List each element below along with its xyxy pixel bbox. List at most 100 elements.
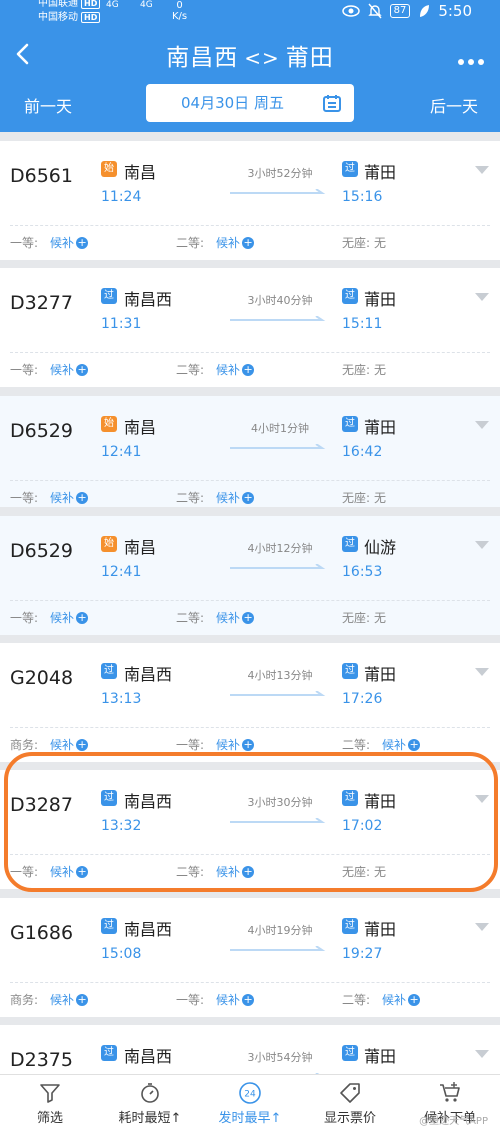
arrival-time: 17:26 (342, 691, 383, 707)
seat-class[interactable]: 二等: 候补 + (176, 234, 255, 251)
seat-class[interactable]: 二等: 候补 + (176, 863, 255, 880)
departure-station: 南昌西 (124, 792, 173, 811)
seat-availability-text: 候补 (382, 993, 407, 1007)
seat-class-label: 无座: (342, 363, 371, 377)
seat-class[interactable]: 商务: 候补 + (10, 991, 89, 1008)
shortest-duration-tab[interactable]: 耗时最短↑ (100, 1075, 200, 1133)
more-options-icon[interactable] (458, 50, 488, 65)
departure-time: 11:31 (101, 316, 142, 332)
seat-availability[interactable]: 候补 + (382, 991, 421, 1008)
seat-availability[interactable]: 候补 + (216, 609, 255, 626)
arrival-time: 19:27 (342, 946, 383, 962)
seat-class: 无座: 无 (342, 489, 386, 506)
chevron-down-icon[interactable] (474, 922, 490, 932)
seat-class[interactable]: 一等: 候补 + (10, 609, 89, 626)
chevron-down-icon[interactable] (474, 420, 490, 430)
chevron-down-icon[interactable] (474, 794, 490, 804)
seat-availability[interactable]: 候补 + (216, 489, 255, 506)
train-card[interactable]: D3277 过南昌西 11:31 3小时40分钟过莆田 15:11 一等: 候补 + 二等: 候补… (0, 268, 500, 387)
train-card[interactable]: D6561 始南昌 11:24 3小时52分钟过莆田 15:16 一等: 候补 + 二等: 候补 +… (0, 141, 500, 260)
seat-availability[interactable]: 候补 + (50, 991, 89, 1008)
train-card[interactable]: G2048 过南昌西 13:13 4小时13分钟过莆田 17:26 商务: 候补 + 一等: 候补… (0, 643, 500, 762)
plus-circle-icon: + (76, 864, 89, 878)
departure-station: 南昌西 (124, 290, 173, 309)
seat-class[interactable]: 二等: 候补 + (176, 361, 255, 378)
plus-circle-icon: + (242, 737, 255, 751)
seat-availability[interactable]: 候补 + (50, 863, 89, 880)
seat-availability[interactable]: 候补 + (216, 234, 255, 251)
prev-day-button[interactable]: 前一天 (24, 93, 72, 117)
seat-class-label: 无座: (342, 865, 371, 879)
seat-class[interactable]: 一等: 候补 + (10, 489, 89, 506)
seat-availability-text: 候补 (216, 363, 241, 377)
plus-circle-icon: + (242, 490, 255, 504)
train-number: D6529 (10, 420, 73, 442)
show-price-label: 显示票价 (323, 1111, 376, 1126)
seat-class[interactable]: 一等: 候补 + (10, 361, 89, 378)
filter-tab[interactable]: 筛选 (0, 1075, 100, 1133)
duration-arrow-icon (230, 818, 326, 823)
seat-availability[interactable]: 候补 + (50, 361, 89, 378)
seat-class[interactable]: 一等: 候补 + (10, 863, 89, 880)
dashed-divider (10, 352, 490, 353)
train-card[interactable]: D6529 始南昌 12:41 4小时12分钟过仙游 16:53 一等: 候补 + 二等: 候补 +… (0, 516, 500, 635)
chevron-down-icon[interactable] (474, 165, 490, 175)
plus-circle-icon: + (76, 235, 89, 249)
arrival-type-badge: 过 (342, 663, 358, 679)
dashed-divider (10, 982, 490, 983)
departure-time: 13:32 (101, 818, 142, 834)
earliest-departure-tab[interactable]: 24 发时最早↑ (200, 1075, 300, 1133)
train-number: D3277 (10, 292, 73, 314)
departure-station: 南昌西 (124, 920, 173, 939)
chevron-down-icon[interactable] (474, 667, 490, 677)
plus-circle-icon: + (76, 992, 89, 1006)
plus-circle-icon: + (408, 992, 421, 1006)
departure-type-badge: 始 (101, 416, 117, 432)
seat-class[interactable]: 二等: 候补 + (176, 489, 255, 506)
seat-class[interactable]: 二等: 候补 + (176, 609, 255, 626)
arrival-type-badge: 过 (342, 416, 358, 432)
train-card[interactable]: D3287 过南昌西 13:32 3小时30分钟过莆田 17:02 一等: 候补 + 二等: 候补… (0, 770, 500, 889)
train-card[interactable]: G1686 过南昌西 15:08 4小时19分钟过莆田 19:27 商务: 候补 + 一等: 候补… (0, 898, 500, 1017)
status-bar: 中国联通 HD 中国移动 HD 4G 4G 0 K/s 87 5:50 (0, 0, 500, 28)
seat-availability[interactable]: 候补 + (216, 991, 255, 1008)
seat-availability[interactable]: 候补 + (216, 736, 255, 753)
seat-class[interactable]: 二等: 候补 + (342, 736, 421, 753)
eye-icon (341, 5, 360, 17)
seat-availability-text: 候补 (216, 611, 241, 625)
seat-availability[interactable]: 候补 + (50, 489, 89, 506)
duration-arrow-icon (230, 691, 326, 696)
chevron-down-icon[interactable] (474, 540, 490, 550)
seat-availability: 无 (374, 863, 386, 880)
train-card[interactable]: D6529 始南昌 12:41 4小时1分钟过莆田 16:42 一等: 候补 + 二等: 候补 + 无… (0, 396, 500, 507)
chevron-down-icon[interactable] (474, 292, 490, 302)
seat-class[interactable]: 一等: 候补 + (10, 234, 89, 251)
swap-arrows-icon[interactable]: <> (244, 46, 280, 70)
departure-time: 11:24 (101, 189, 142, 205)
show-price-tab[interactable]: 显示票价 (300, 1075, 400, 1133)
seat-class-label: 二等: (176, 236, 205, 250)
cart-icon (440, 1082, 460, 1102)
seat-class[interactable]: 二等: 候补 + (342, 991, 421, 1008)
date-picker[interactable]: 04月30日 周五 (146, 84, 354, 122)
seat-class[interactable]: 商务: 候补 + (10, 736, 89, 753)
shortest-duration-label: 耗时最短↑ (118, 1111, 182, 1126)
seat-availability[interactable]: 候补 + (50, 234, 89, 251)
dashed-divider (10, 854, 490, 855)
seat-class[interactable]: 一等: 候补 + (176, 736, 255, 753)
plus-circle-icon: + (242, 610, 255, 624)
next-day-button[interactable]: 后一天 (430, 93, 478, 117)
seat-availability[interactable]: 候补 + (216, 863, 255, 880)
seat-class: 无座: 无 (342, 361, 386, 378)
seat-class-label: 商务: (10, 738, 39, 752)
filter-label: 筛选 (36, 1111, 63, 1126)
departure-station: 南昌西 (124, 1047, 173, 1066)
chevron-down-icon[interactable] (474, 1049, 490, 1059)
seat-availability[interactable]: 候补 + (50, 609, 89, 626)
seat-availability[interactable]: 候补 + (382, 736, 421, 753)
seat-availability[interactable]: 候补 + (50, 736, 89, 753)
seat-availability-text: 候补 (50, 236, 75, 250)
arrival-station: 仙游 (364, 538, 397, 557)
seat-availability[interactable]: 候补 + (216, 361, 255, 378)
seat-class[interactable]: 一等: 候补 + (176, 991, 255, 1008)
